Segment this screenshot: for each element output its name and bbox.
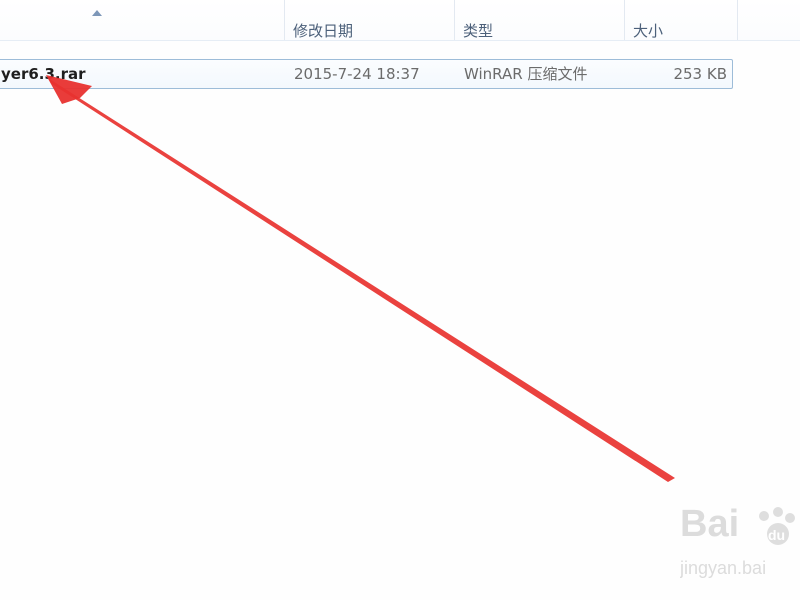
- column-header-type-label: 类型: [463, 22, 494, 40]
- column-header-row: 修改日期 类型 大小: [0, 0, 800, 41]
- column-header-type[interactable]: 类型: [454, 0, 624, 40]
- svg-text:jingyan.bai: jingyan.bai: [680, 558, 766, 578]
- baidu-watermark-icon: Bai du jingyan.bai: [680, 503, 795, 578]
- column-header-date-modified[interactable]: 修改日期: [284, 0, 454, 40]
- column-header-size-label: 大小: [633, 22, 664, 40]
- file-date-modified: 2015-7-24 18:37: [294, 65, 420, 83]
- explorer-file-list: 修改日期 类型 大小 yer6.3.rar 2015-7-24 18:37 Wi…: [0, 0, 800, 600]
- file-size: 253 KB: [673, 65, 727, 83]
- file-row-selected[interactable]: yer6.3.rar 2015-7-24 18:37 WinRAR 压缩文件 2…: [0, 59, 733, 89]
- file-name[interactable]: yer6.3.rar: [1, 60, 86, 90]
- svg-text:du: du: [768, 527, 785, 543]
- red-arrow-shape: [48, 78, 675, 482]
- file-type: WinRAR 压缩文件: [464, 65, 588, 83]
- column-header-size[interactable]: 大小: [624, 0, 738, 40]
- column-header-name[interactable]: [0, 0, 284, 40]
- svg-text:Bai: Bai: [680, 503, 739, 545]
- column-header-date-modified-label: 修改日期: [293, 22, 354, 40]
